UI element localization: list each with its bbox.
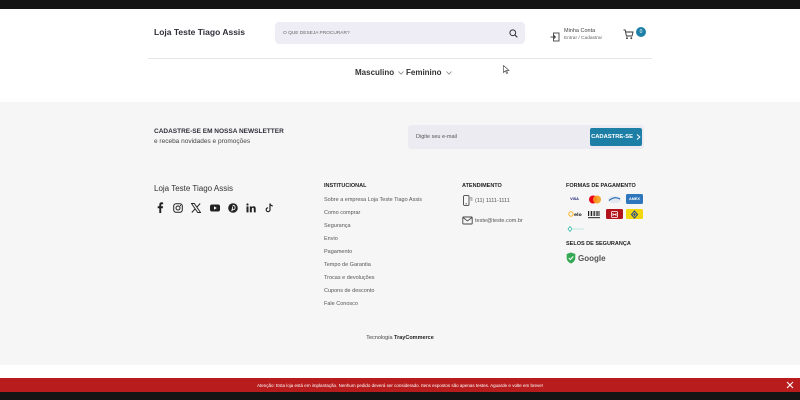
footer-store-name: Loja Teste Tiago Assis [154,184,234,193]
bottom-dark-bar [0,392,800,400]
nav-item-masculino[interactable]: Masculino [355,68,404,77]
account-title: Minha Conta [564,27,596,34]
footer-link[interactable]: Cupons de desconto [324,287,422,300]
footer-link[interactable]: Trocas e devoluções [324,274,422,287]
search-input[interactable] [283,22,503,44]
site-footer: CADASTRE-SE EM NOSSA NEWSLETTER e receba… [0,102,800,365]
diners-card-icon [606,194,623,204]
chevron-down-icon [398,70,404,75]
store-logo[interactable]: Loja Teste Tiago Assis [154,27,245,37]
google-seal-text: Google [578,253,606,263]
chevron-right-icon [636,134,641,140]
mouse-cursor-icon [503,65,510,74]
nav-item-label: Masculino [355,68,395,77]
phone-number: (11) 1111-1111 [475,197,510,204]
footer-link[interactable]: Tempo de Garantia [324,261,422,274]
cart-count-badge: 0 [636,27,646,37]
chevron-down-icon [445,70,452,75]
svg-text:elo: elo [574,212,582,218]
account-link[interactable]: Minha Conta Entrar / Cadastrar [550,25,602,43]
institucional-links: Sobre a empresa Loja Teste Tiago Assis C… [324,196,422,313]
newsletter-form: CADASTRE-SE [408,125,644,149]
phone-icon [463,195,473,206]
seguranca-title: SELOS DE SEGURANÇA [566,241,631,247]
footer-link[interactable]: Fale Conosco [324,300,422,313]
footer-link[interactable]: Segurança [324,222,422,235]
alert-text: Atenção: Esta loja está em implantação. … [257,382,543,388]
footer-link[interactable]: Sobre a empresa Loja Teste Tiago Assis [324,196,422,209]
search-icon[interactable] [507,27,519,39]
pix-card-icon [566,224,586,234]
amex-card-icon: AMEX [626,194,643,204]
powered-prefix: Tecnologia [366,335,393,341]
search-bar [275,22,525,44]
boleto-bb-card-icon [626,209,643,219]
nav-item-label: Feminino [406,68,442,77]
site-header: Loja Teste Tiago Assis Minha Conta Entra… [0,9,800,59]
tiktok-icon[interactable] [264,202,275,213]
mail-icon [462,216,473,225]
footer-link[interactable]: Como comprar [324,209,422,222]
facebook-icon[interactable] [154,202,165,213]
account-subtitle[interactable]: Entrar / Cadastrar [564,36,602,41]
footer-link[interactable]: Pagamento [324,248,422,261]
linkedin-icon[interactable] [246,202,257,213]
email-address: teste@teste.com.br [475,217,523,224]
implementation-alert-bar: Atenção: Esta loja está em implantação. … [0,378,800,392]
top-dark-bar [0,0,800,9]
visa-card-icon: VISA [570,197,579,201]
email-contact[interactable]: teste@teste.com.br [462,215,523,226]
newsletter-email-input[interactable] [416,125,581,149]
x-icon[interactable] [191,202,202,213]
header-divider [148,58,652,59]
google-safe-seal[interactable]: Google [566,252,606,264]
shield-check-icon [566,252,576,264]
social-links [154,202,283,213]
boleto-card-icon [586,209,603,219]
institucional-title: INSTITUCIONAL [324,183,367,189]
mastercard-card-icon [586,194,603,204]
instagram-icon[interactable] [172,202,183,213]
atendimento-title: ATENDIMENTO [462,183,502,189]
pagamento-title: FORMAS DE PAGAMENTO [566,183,636,189]
main-nav: Masculino Feminino [0,65,800,82]
pinterest-icon[interactable] [228,202,239,213]
hipercard-card-icon [606,209,623,219]
powered-by: Tecnologia TrayCommerce [0,335,800,341]
phone-contact[interactable]: (11) 1111-1111 [462,195,510,206]
elo-card-icon: elo [566,209,583,219]
newsletter-submit-button[interactable]: CADASTRE-SE [590,128,642,146]
account-text: Minha Conta Entrar / Cadastrar [564,28,602,41]
close-icon[interactable] [786,381,794,389]
footer-link[interactable]: Envio [324,235,422,248]
youtube-icon[interactable] [209,202,220,213]
nav-item-feminino[interactable]: Feminino [406,68,452,77]
login-icon [550,29,560,42]
newsletter-button-label: CADASTRE-SE [591,134,633,140]
powered-brand[interactable]: TrayCommerce [394,335,434,341]
cart-icon [623,27,634,40]
newsletter-title: CADASTRE-SE EM NOSSA NEWSLETTER [154,128,284,135]
newsletter-subtitle: e receba novidades e promoções [154,138,251,145]
cart-button[interactable]: 0 [623,27,647,40]
